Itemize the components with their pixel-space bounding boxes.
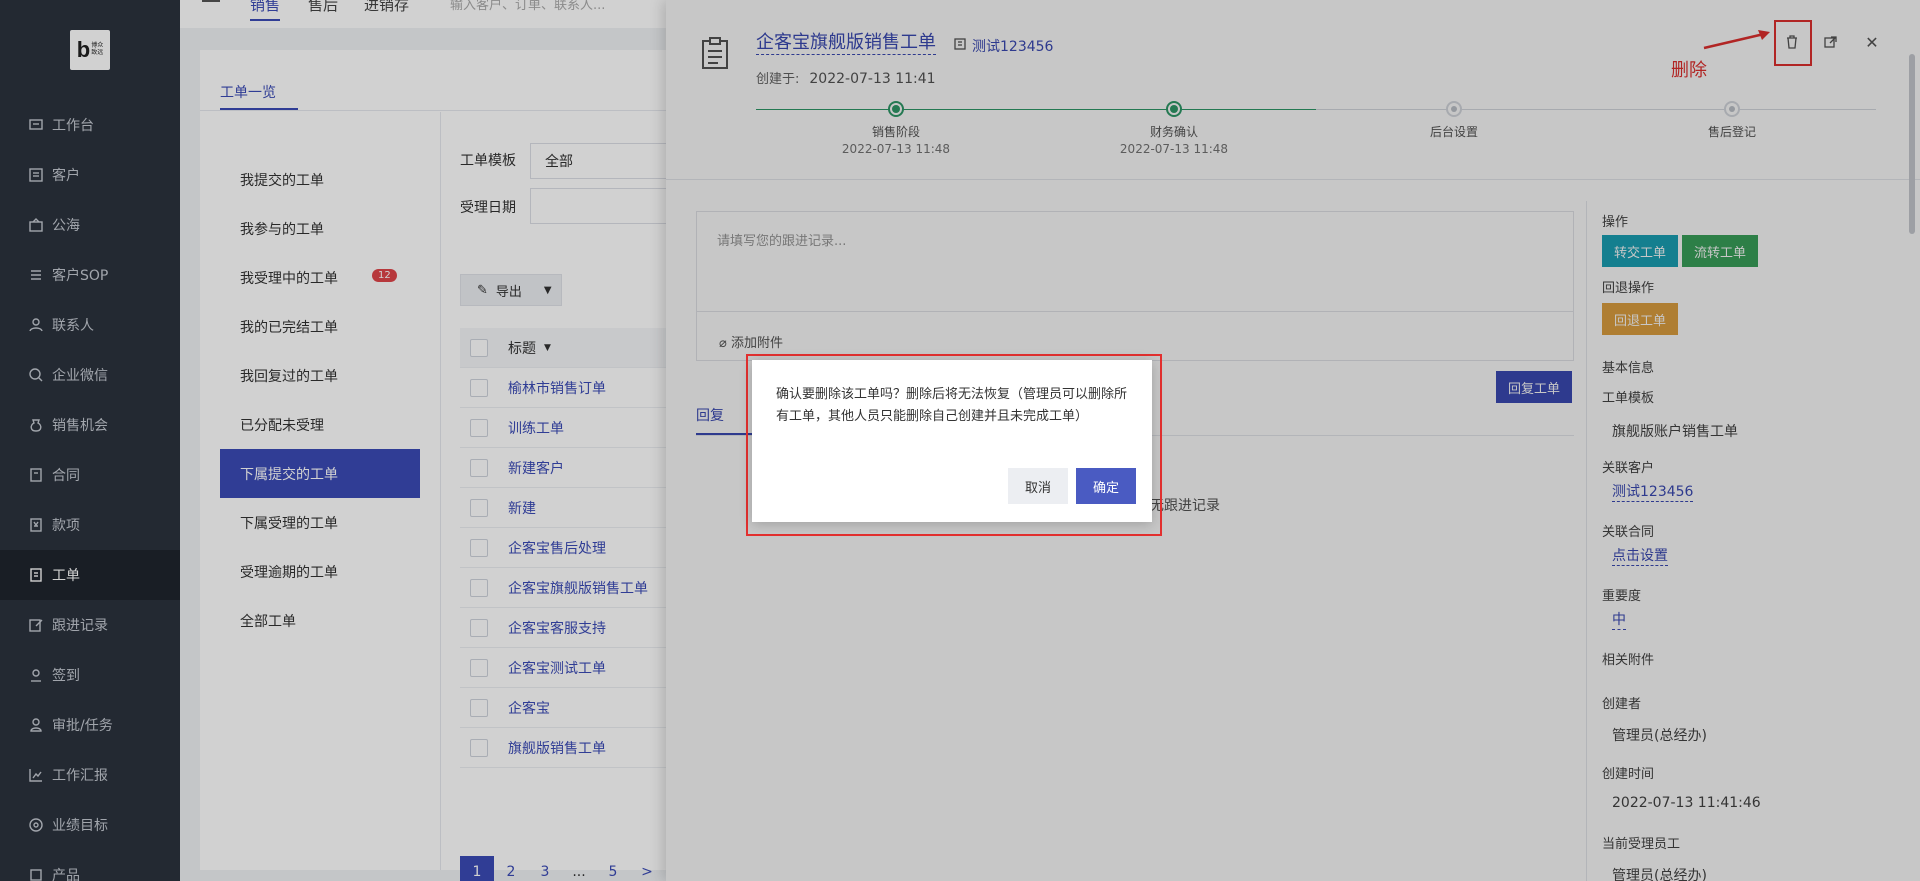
cancel-button[interactable]: 取消 [1008, 468, 1068, 504]
confirm-button[interactable]: 确定 [1076, 468, 1136, 504]
delete-confirm-dialog: 确认要删除该工单吗？删除后将无法恢复（管理员可以删除所有工单，其他人员只能删除自… [752, 360, 1152, 522]
dialog-message: 确认要删除该工单吗？删除后将无法恢复（管理员可以删除所有工单，其他人员只能删除自… [776, 387, 1128, 424]
